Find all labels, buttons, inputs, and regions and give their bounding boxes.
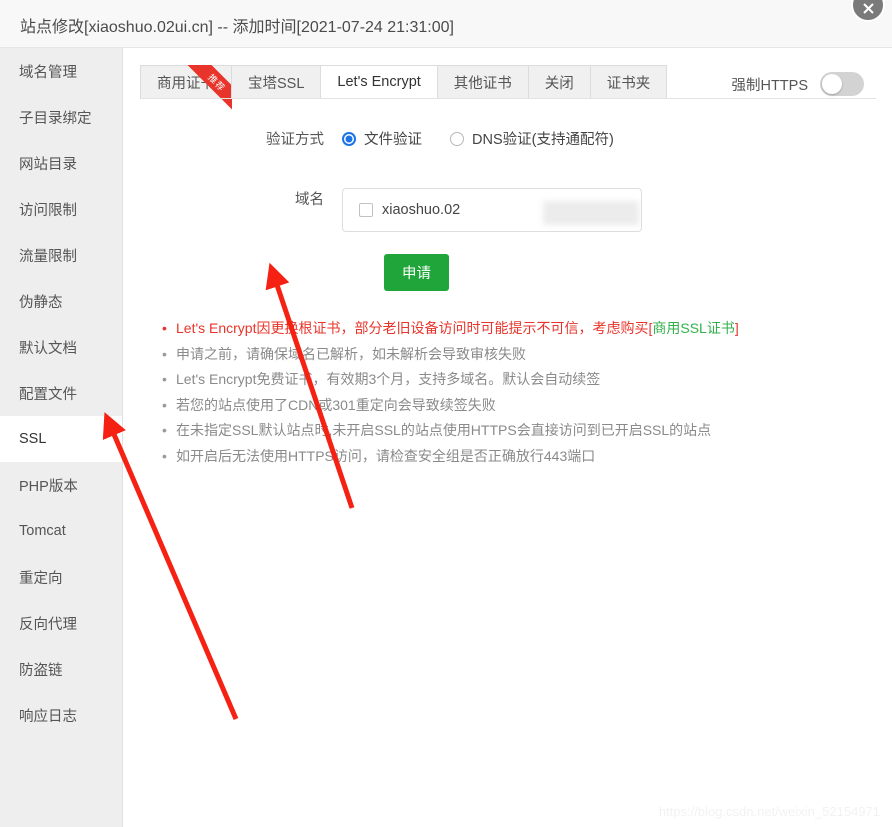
app-window: 站点修改[xiaoshuo.02ui.cn] -- 添加时间[2021-07-2… xyxy=(0,0,892,827)
domain-label: 域名 xyxy=(295,192,324,208)
list-item: Let's Encrypt免费证书，有效期3个月，支持多域名。默认会自动续签 xyxy=(162,367,739,393)
apply-certificate-button[interactable]: 申请 xyxy=(384,254,449,291)
list-item: 申请之前，请确保域名已解析，如未解析会导致审核失败 xyxy=(162,342,739,368)
sidebar-item-site-directory[interactable]: 网站目录 xyxy=(0,140,122,186)
sidebar-item-config-file[interactable]: 配置文件 xyxy=(0,370,122,416)
note-text: Let's Encrypt免费证书，有效期3个月，支持多域名。默认会自动续签 xyxy=(176,371,601,387)
sidebar-item-label: 重定向 xyxy=(19,570,63,587)
sidebar-item-label: 防盗链 xyxy=(19,662,63,679)
verify-method-label: 验证方式 xyxy=(266,132,324,148)
tab-cert-folder[interactable]: 证书夹 xyxy=(589,65,668,99)
tab-lets-encrypt[interactable]: Let's Encrypt xyxy=(320,65,437,99)
radio-label: DNS验证(支持通配符) xyxy=(472,132,614,148)
note-text: 若您的站点使用了CDN或301重定向会导致续签失败 xyxy=(176,396,496,413)
sidebar-item-reverse-proxy[interactable]: 反向代理 xyxy=(0,600,122,646)
sidebar-item-label: SSL xyxy=(19,431,47,447)
domain-row: 域名 xiaoshuo.02 xyxy=(124,188,642,232)
radio-indicator-on xyxy=(342,131,356,146)
force-https-control: 强制HTTPS xyxy=(731,72,864,96)
window-titlebar: 站点修改[xiaoshuo.02ui.cn] -- 添加时间[2021-07-2… xyxy=(0,0,892,48)
sidebar-item-php-version[interactable]: PHP版本 xyxy=(0,462,122,508)
sidebar-item-label: 配置文件 xyxy=(19,386,77,403)
redaction-blur xyxy=(543,201,639,225)
main-panel: 商用证书 推荐 宝塔SSL Let's Encrypt 其他证书 关闭 证书夹 xyxy=(124,48,892,827)
domain-name-text: xiaoshuo.02 xyxy=(382,202,461,218)
sidebar-item-redirect[interactable]: 重定向 xyxy=(0,554,122,600)
notes-list: Let's Encrypt因更换根证书，部分老旧设备访问时可能提示不可信，考虑购… xyxy=(154,316,739,469)
sidebar-item-label: 子目录绑定 xyxy=(19,110,92,127)
list-item: 在未指定SSL默认站点时,未开启SSL的站点使用HTTPS会直接访问到已开启SS… xyxy=(162,418,739,444)
tab-bt-ssl[interactable]: 宝塔SSL xyxy=(231,65,321,99)
sidebar-item-subdirectory-bind[interactable]: 子目录绑定 xyxy=(0,94,122,140)
ssl-tab-bar: 商用证书 推荐 宝塔SSL Let's Encrypt 其他证书 关闭 证书夹 xyxy=(140,65,668,111)
sidebar-item-label: 流量限制 xyxy=(19,248,77,265)
sidebar-item-domain-manage[interactable]: 域名管理 xyxy=(0,48,122,94)
tab-other-cert[interactable]: 其他证书 xyxy=(436,65,528,99)
sidebar-item-default-document[interactable]: 默认文档 xyxy=(0,324,122,370)
tab-close-ssl[interactable]: 关闭 xyxy=(527,65,590,99)
watermark-text: https://blog.csdn.net/weixin_52154971 xyxy=(658,804,880,819)
tab-label: Let's Encrypt xyxy=(337,74,421,90)
sidebar-item-label: 网站目录 xyxy=(19,156,77,173)
domain-list-box: xiaoshuo.02 xyxy=(342,188,642,232)
domain-checkbox[interactable] xyxy=(359,203,373,217)
sidebar: 域名管理 子目录绑定 网站目录 访问限制 流量限制 伪静态 默认文档 配置文件 … xyxy=(0,48,123,827)
tab-label: 商用证书 xyxy=(157,75,215,92)
radio-label: 文件验证 xyxy=(364,132,422,148)
toggle-knob xyxy=(822,74,842,94)
note-text: 在未指定SSL默认站点时,未开启SSL的站点使用HTTPS会直接访问到已开启SS… xyxy=(176,422,712,438)
radio-indicator-off xyxy=(450,131,464,146)
note-text: 如开启后无法使用HTTPS访问，请检查安全组是否正确放行443端口 xyxy=(176,447,596,464)
sidebar-item-traffic-limit[interactable]: 流量限制 xyxy=(0,232,122,278)
sidebar-item-label: Tomcat xyxy=(19,523,66,539)
sidebar-item-label: PHP版本 xyxy=(19,478,78,495)
commercial-ssl-link[interactable]: 商用SSL证书 xyxy=(652,320,734,336)
sidebar-item-label: 响应日志 xyxy=(19,708,77,725)
tab-commercial-cert[interactable]: 商用证书 推荐 xyxy=(140,65,232,111)
force-https-label: 强制HTTPS xyxy=(731,77,808,94)
sidebar-item-label: 反向代理 xyxy=(19,616,77,633)
list-item: 如开启后无法使用HTTPS访问，请检查安全组是否正确放行443端口 xyxy=(162,444,739,470)
radio-file-verify[interactable]: 文件验证 xyxy=(342,128,422,149)
list-item: Let's Encrypt因更换根证书，部分老旧设备访问时可能提示不可信，考虑购… xyxy=(162,316,739,342)
tab-label: 关闭 xyxy=(544,75,574,92)
sidebar-item-rewrite[interactable]: 伪静态 xyxy=(0,278,122,324)
note-text: 申请之前，请确保域名已解析，如未解析会导致审核失败 xyxy=(176,345,526,362)
sidebar-item-label: 域名管理 xyxy=(19,64,77,81)
tab-label: 宝塔SSL xyxy=(248,75,305,92)
tab-label: 证书夹 xyxy=(606,75,651,92)
note-text-suffix: ] xyxy=(734,320,739,336)
force-https-toggle[interactable] xyxy=(820,72,864,96)
sidebar-item-anti-leech[interactable]: 防盗链 xyxy=(0,646,122,692)
radio-dns-verify[interactable]: DNS验证(支持通配符) xyxy=(450,128,614,149)
note-text: Let's Encrypt因更换根证书，部分老旧设备访问时可能提示不可信，考虑购… xyxy=(176,320,653,336)
sidebar-item-tomcat[interactable]: Tomcat xyxy=(0,508,122,554)
verify-method-row: 验证方式 文件验证 DNS验证(支持通配符) xyxy=(124,128,642,149)
sidebar-item-label: 默认文档 xyxy=(19,340,77,357)
list-item: 若您的站点使用了CDN或301重定向会导致续签失败 xyxy=(162,393,739,419)
tab-label: 其他证书 xyxy=(453,75,512,92)
sidebar-item-label: 访问限制 xyxy=(19,202,77,219)
sidebar-item-ssl[interactable]: SSL xyxy=(0,416,122,462)
window-title: 站点修改[xiaoshuo.02ui.cn] -- 添加时间[2021-07-2… xyxy=(20,19,454,36)
sidebar-item-access-limit[interactable]: 访问限制 xyxy=(0,186,122,232)
sidebar-item-label: 伪静态 xyxy=(19,294,63,311)
sidebar-item-response-log[interactable]: 响应日志 xyxy=(0,692,122,738)
tab-divider xyxy=(140,98,876,99)
